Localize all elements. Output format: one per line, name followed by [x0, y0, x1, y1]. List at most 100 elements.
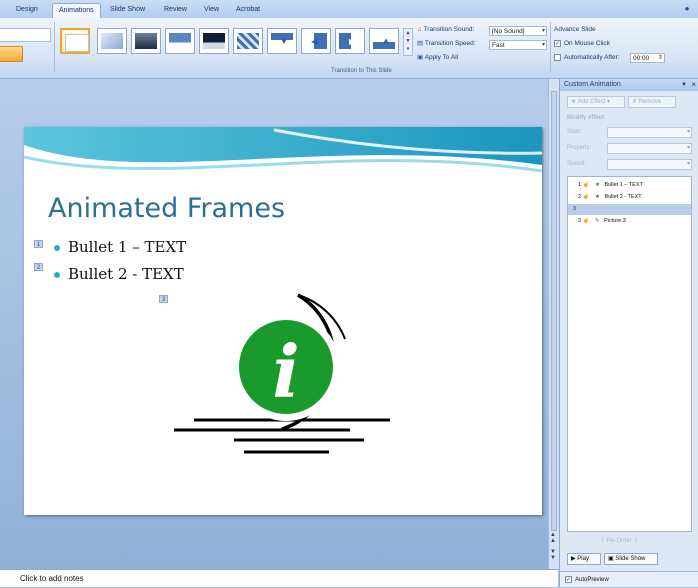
transition-wipe-right-thumb[interactable]: ▶ [335, 28, 365, 54]
slide-canvas[interactable]: Animated Frames 1 Bullet 1 – TEXT 2 Bull… [24, 127, 542, 515]
tab-slide-show[interactable]: Slide Show [104, 3, 151, 18]
animation-tag-2[interactable]: 2 [34, 263, 43, 271]
autopreview-checkbox[interactable]: ✓ [565, 575, 572, 583]
transition-sound-select[interactable]: [No Sound] ▾ [489, 26, 547, 36]
header-wave-graphic [24, 127, 542, 173]
tab-acrobat[interactable]: Acrobat [230, 3, 266, 18]
animate-dropdown[interactable] [0, 28, 51, 42]
list-item[interactable]: 3 ☝ ✎ Picture 3 [568, 216, 691, 227]
pane-menu-icon[interactable]: ▼ [681, 79, 687, 91]
start-select[interactable]: ▾ [607, 127, 692, 138]
transition-speed-label: Transition Speed: [424, 40, 476, 47]
transition-sound-label: Transition Sound: [423, 26, 475, 33]
slide-show-button[interactable]: ▣ Slide Show [604, 553, 658, 565]
gallery-scroll[interactable]: ▲ ▼ ▾ [403, 28, 413, 56]
reorder-label: Re-Order [606, 538, 632, 544]
close-icon[interactable]: × [691, 79, 696, 91]
mouse-click-icon: ☝ [582, 182, 590, 188]
apply-all-icon: ▣ [417, 54, 424, 61]
automatically-after-input[interactable]: 00:00 ⇕ [630, 53, 665, 63]
prev-slide-icon[interactable]: ▲ ▲ [550, 532, 556, 544]
automatically-after-row: Automatically After: [554, 52, 620, 64]
item-label: Bullet 1 – TEXT [604, 182, 643, 188]
move-up-icon[interactable]: ⇧ [600, 538, 605, 544]
tab-view[interactable]: View [198, 3, 225, 18]
autopreview-row: ✓ AutoPreview [560, 571, 698, 587]
list-item[interactable]: 1 ☝ ★ Bullet 1 – TEXT [568, 180, 691, 191]
effect-star-icon: ★ [594, 194, 600, 200]
bullet-dot [54, 272, 60, 278]
item-label: Picture 3 [604, 218, 626, 224]
next-slide-icon[interactable]: ▼ ▼ [550, 549, 556, 561]
tab-review[interactable]: Review [158, 3, 193, 18]
transition-speed-select[interactable]: Fast ▾ [489, 40, 547, 50]
ribbon: ▼ ◀ ▶ ▲ ▲ ▼ ▾ ♫ Transition Sound: [No Soun… [0, 18, 698, 79]
remove-label: Remove [638, 99, 662, 105]
automatically-after-checkbox[interactable] [554, 53, 561, 61]
remove-button[interactable]: ✗ Remove [628, 96, 676, 108]
tab-animations[interactable]: Animations [52, 3, 101, 18]
list-item-selected[interactable]: 3 [568, 204, 691, 215]
info-icon: i [272, 329, 299, 414]
bullet-dot [54, 245, 60, 251]
item-number: 2 [578, 194, 582, 200]
on-mouse-click-row: ✓ On Mouse Click [554, 38, 610, 50]
speed-icon: ▤ [417, 40, 424, 47]
sound-icon: ♫ [417, 26, 422, 33]
on-mouse-click-label: On Mouse Click [564, 40, 610, 47]
transition-wipe-down-thumb[interactable]: ▼ [267, 28, 297, 54]
bullet-2-text: Bullet 2 - TEXT [68, 265, 184, 283]
info-picture[interactable]: i [164, 287, 404, 467]
effect-path-icon: ✎ [594, 218, 600, 224]
apply-to-all-button[interactable]: ▣ Apply To All [417, 52, 458, 64]
notes-pane[interactable]: Click to add notes [0, 569, 558, 587]
mouse-click-icon: ☝ [582, 194, 590, 200]
add-effect-button[interactable]: ★ Add Effect ▾ [567, 96, 625, 108]
play-label: Play [577, 556, 589, 562]
automatically-after-value: 00:00 [633, 55, 650, 62]
bullet-1[interactable]: Bullet 1 – TEXT [54, 238, 186, 256]
transition-cut-black-thumb[interactable] [199, 28, 229, 54]
transition-none-thumb[interactable] [60, 28, 90, 54]
speed-select[interactable]: ▾ [607, 159, 692, 170]
spinner-icon: ⇕ [657, 55, 663, 61]
autopreview-label: AutoPreview [575, 577, 609, 583]
custom-animation-pane: Custom Animation ▼ × ★ Add Effect ▾ ✗ Re… [559, 79, 698, 587]
on-mouse-click-checkbox[interactable]: ✓ [554, 39, 561, 47]
automatically-after-label: Automatically After: [564, 54, 620, 61]
group-separator [54, 22, 55, 72]
transition-speed-value: Fast [492, 42, 505, 49]
animation-list[interactable]: 1 ☝ ★ Bullet 1 – TEXT 2 ☝ ★ Bullet 2 - T… [567, 176, 692, 532]
scrollbar-track[interactable] [551, 91, 557, 531]
group-label-transition: Transition to This Slide [331, 68, 392, 74]
pane-title: Custom Animation ▼ × [560, 79, 698, 91]
bullet-2[interactable]: Bullet 2 - TEXT [54, 265, 184, 283]
effect-star-icon: ★ [594, 182, 600, 188]
transition-wipe-left-thumb[interactable]: ◀ [301, 28, 331, 54]
property-select[interactable]: ▾ [607, 143, 692, 154]
speed-label: Speed: [567, 161, 587, 167]
play-button[interactable]: ▶ Play [567, 553, 601, 565]
tab-design[interactable]: Design [10, 3, 44, 18]
animate-button[interactable] [0, 46, 23, 62]
add-effect-label: Add Effect [577, 99, 606, 105]
apply-to-all-label: Apply To All [424, 54, 459, 61]
chevron-down-icon: ▾ [686, 161, 690, 167]
transition-dissolve-thumb[interactable] [233, 28, 263, 54]
transition-cut-thumb[interactable] [165, 28, 195, 54]
transition-wipe-up-thumb[interactable]: ▲ [369, 28, 399, 54]
slide-show-icon: ▣ [608, 556, 614, 562]
move-down-icon[interactable]: ⇩ [633, 538, 638, 544]
chevron-down-icon: ▾ [541, 42, 545, 48]
item-number: 3 [578, 218, 582, 224]
help-icon[interactable]: ● [682, 4, 692, 14]
transition-fade-black-thumb[interactable] [131, 28, 161, 54]
transition-sound-value: [No Sound] [492, 28, 525, 35]
bullet-1-text: Bullet 1 – TEXT [68, 238, 187, 256]
chevron-down-icon: ▾ [541, 28, 545, 34]
slide-title[interactable]: Animated Frames [48, 193, 285, 224]
animation-tag-1[interactable]: 1 [34, 240, 43, 248]
transition-fade-thumb[interactable] [97, 28, 127, 54]
item-number: 1 [578, 182, 582, 188]
list-item[interactable]: 2 ☝ ★ Bullet 2 - TEXT [568, 192, 691, 203]
